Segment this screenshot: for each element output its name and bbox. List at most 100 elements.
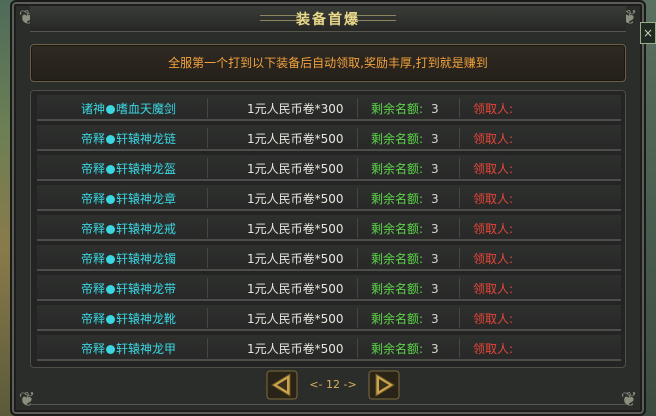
dot-icon bbox=[106, 285, 116, 294]
remaining-label: 剩余名额: bbox=[371, 342, 424, 356]
dot-icon bbox=[106, 345, 116, 354]
column-divider bbox=[207, 98, 208, 118]
remaining-quota: 剩余名额: 3 bbox=[371, 310, 439, 327]
column-divider bbox=[459, 278, 460, 298]
reward-text: 1元人民币卷*500 bbox=[247, 312, 344, 326]
claimer-label: 领取人: bbox=[473, 282, 514, 296]
dot-icon bbox=[106, 315, 116, 324]
page-indicator: <- 12 -> bbox=[309, 378, 357, 391]
remaining-quota: 剩余名额: 3 bbox=[371, 250, 439, 267]
remaining-label: 剩余名额: bbox=[371, 162, 424, 176]
column-divider bbox=[357, 338, 358, 358]
item-prefix: 帝释 bbox=[81, 222, 106, 236]
item-prefix: 帝释 bbox=[81, 162, 106, 176]
remaining-quota: 剩余名额: 3 bbox=[371, 220, 439, 237]
drop-list: 诸神 嗜血天魔剑 1元人民币卷*300 剩余名额: 3 领取人: 帝释 轩辕神龙链 1元人民币卷… bbox=[30, 90, 626, 368]
remaining-quota: 剩余名额: 3 bbox=[371, 190, 439, 207]
reward-text: 1元人民币卷*500 bbox=[247, 282, 344, 296]
reward-text: 1元人民币卷*500 bbox=[247, 132, 344, 146]
notice-banner: 全服第一个打到以下装备后自动领取,奖励丰厚,打到就是赚到 bbox=[30, 44, 626, 82]
item-prefix: 诸神 bbox=[81, 102, 106, 116]
column-divider bbox=[207, 278, 208, 298]
dot-icon bbox=[106, 225, 116, 234]
claimer-label: 领取人: bbox=[473, 162, 514, 176]
remaining-quota: 剩余名额: 3 bbox=[371, 340, 439, 357]
drop-row: 帝释 轩辕神龙带 1元人民币卷*500 剩余名额: 3 领取人: bbox=[37, 275, 621, 301]
column-divider bbox=[459, 128, 460, 148]
title-ornament bbox=[356, 15, 396, 21]
remaining-count: 3 bbox=[431, 162, 439, 176]
window-title: 装备首爆 bbox=[296, 12, 360, 28]
remaining-label: 剩余名额: bbox=[371, 222, 424, 236]
column-divider bbox=[207, 188, 208, 208]
column-divider bbox=[207, 338, 208, 358]
title-bar[interactable]: 装备首爆 bbox=[30, 6, 626, 32]
item-name: 帝释 轩辕神龙镯 bbox=[81, 250, 176, 267]
item-label: 轩辕神龙甲 bbox=[116, 342, 177, 356]
claimer-label: 领取人: bbox=[473, 342, 514, 356]
drop-row: 帝释 轩辕神龙戒 1元人民币卷*500 剩余名额: 3 领取人: bbox=[37, 215, 621, 241]
item-name: 帝释 轩辕神龙戒 bbox=[81, 220, 176, 237]
item-label: 轩辕神龙镯 bbox=[116, 252, 177, 266]
item-label: 轩辕神龙盔 bbox=[116, 162, 177, 176]
remaining-count: 3 bbox=[431, 252, 439, 266]
drop-row: 帝释 轩辕神龙链 1元人民币卷*500 剩余名额: 3 领取人: bbox=[37, 125, 621, 151]
remaining-count: 3 bbox=[431, 282, 439, 296]
column-divider bbox=[207, 248, 208, 268]
remaining-label: 剩余名额: bbox=[371, 102, 424, 116]
close-button[interactable]: × bbox=[640, 22, 656, 44]
item-label: 轩辕神龙靴 bbox=[116, 312, 177, 326]
column-divider bbox=[459, 98, 460, 118]
notice-text: 全服第一个打到以下装备后自动领取,奖励丰厚,打到就是赚到 bbox=[168, 56, 488, 70]
column-divider bbox=[357, 158, 358, 178]
claimer-label: 领取人: bbox=[473, 192, 514, 206]
reward-text: 1元人民币卷*500 bbox=[247, 252, 344, 266]
reward-text: 1元人民币卷*500 bbox=[247, 162, 344, 176]
column-divider bbox=[357, 248, 358, 268]
reward-text: 1元人民币卷*300 bbox=[247, 102, 344, 116]
column-divider bbox=[459, 158, 460, 178]
remaining-quota: 剩余名额: 3 bbox=[371, 130, 439, 147]
drop-row: 帝释 轩辕神龙盔 1元人民币卷*500 剩余名额: 3 领取人: bbox=[37, 155, 621, 181]
remaining-quota: 剩余名额: 3 bbox=[371, 280, 439, 297]
bottom-border bbox=[30, 404, 626, 410]
item-name: 帝释 轩辕神龙甲 bbox=[81, 340, 176, 357]
item-name: 诸神 嗜血天魔剑 bbox=[81, 100, 176, 117]
reward-text: 1元人民币卷*500 bbox=[247, 222, 344, 236]
item-label: 嗜血天魔剑 bbox=[116, 102, 177, 116]
column-divider bbox=[357, 98, 358, 118]
item-prefix: 帝释 bbox=[81, 132, 106, 146]
reward-text: 1元人民币卷*500 bbox=[247, 192, 344, 206]
item-prefix: 帝释 bbox=[81, 252, 106, 266]
claimer-label: 领取人: bbox=[473, 222, 514, 236]
prev-page-button[interactable] bbox=[266, 370, 298, 400]
item-label: 轩辕神龙章 bbox=[116, 192, 177, 206]
remaining-count: 3 bbox=[431, 342, 439, 356]
reward-text: 1元人民币卷*500 bbox=[247, 342, 344, 356]
remaining-count: 3 bbox=[431, 222, 439, 236]
column-divider bbox=[357, 218, 358, 238]
item-name: 帝释 轩辕神龙带 bbox=[81, 280, 176, 297]
item-label: 轩辕神龙戒 bbox=[116, 222, 177, 236]
column-divider bbox=[357, 278, 358, 298]
drop-row: 帝释 轩辕神龙章 1元人民币卷*500 剩余名额: 3 领取人: bbox=[37, 185, 621, 211]
item-prefix: 帝释 bbox=[81, 312, 106, 326]
column-divider bbox=[459, 188, 460, 208]
drop-row: 诸神 嗜血天魔剑 1元人民币卷*300 剩余名额: 3 领取人: bbox=[37, 95, 621, 121]
item-name: 帝释 轩辕神龙靴 bbox=[81, 310, 176, 327]
dot-icon bbox=[106, 255, 116, 264]
pagination: <- 12 -> bbox=[266, 370, 400, 402]
column-divider bbox=[357, 128, 358, 148]
remaining-label: 剩余名额: bbox=[371, 312, 424, 326]
remaining-quota: 剩余名额: 3 bbox=[371, 160, 439, 177]
item-prefix: 帝释 bbox=[81, 282, 106, 296]
next-page-button[interactable] bbox=[368, 370, 400, 400]
column-divider bbox=[357, 188, 358, 208]
item-name: 帝释 轩辕神龙盔 bbox=[81, 160, 176, 177]
dot-icon bbox=[106, 195, 116, 204]
column-divider bbox=[459, 338, 460, 358]
item-name: 帝释 轩辕神龙链 bbox=[81, 130, 176, 147]
remaining-label: 剩余名额: bbox=[371, 192, 424, 206]
remaining-label: 剩余名额: bbox=[371, 132, 424, 146]
remaining-count: 3 bbox=[431, 192, 439, 206]
